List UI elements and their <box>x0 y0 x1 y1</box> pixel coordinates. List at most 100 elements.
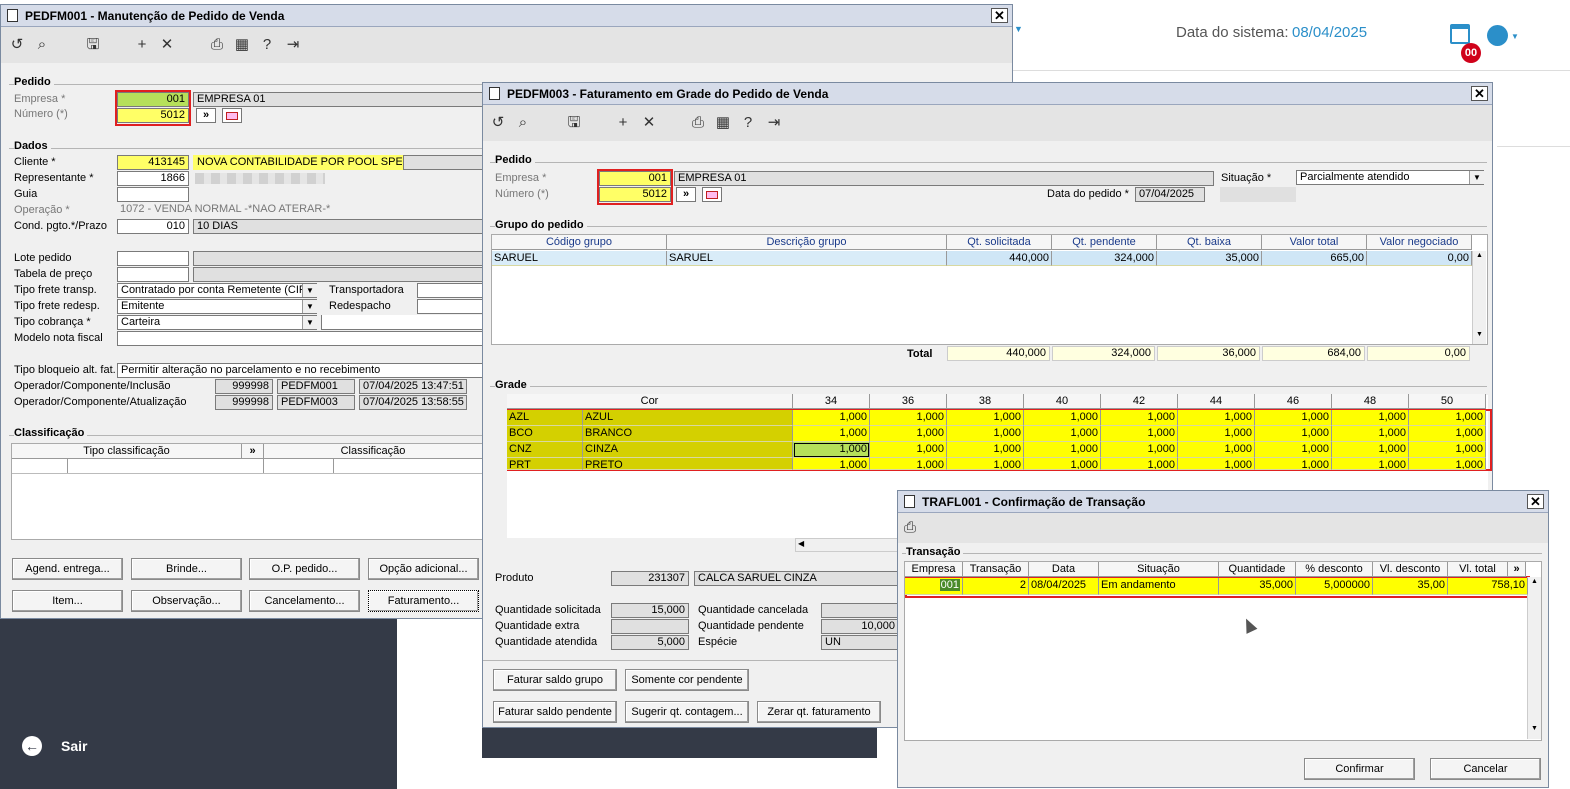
col-header-size[interactable]: 34 <box>793 394 870 409</box>
exit-icon[interactable]: ← <box>22 736 42 756</box>
grade-color-name[interactable]: BRANCO <box>583 426 793 442</box>
grade-qty-cell[interactable]: 1,000 <box>1024 458 1101 470</box>
table-cell[interactable]: 08/04/2025 <box>1029 578 1099 595</box>
grade-color-code[interactable]: BCO <box>507 426 583 442</box>
help-icon[interactable]: ? <box>258 36 276 54</box>
grade-qty-cell[interactable]: 1,000 <box>1409 458 1486 470</box>
col-header[interactable]: Vl. total <box>1448 562 1508 577</box>
grade-qty-cell[interactable]: 1,000 <box>793 442 870 458</box>
col-tipo-classificacao[interactable]: Tipo classificação <box>12 444 242 459</box>
exit-label[interactable]: Sair <box>61 738 87 754</box>
grade-color-code[interactable]: AZL <box>507 410 583 426</box>
user-avatar-icon[interactable] <box>1487 25 1508 46</box>
grade-qty-cell[interactable]: 1,000 <box>1178 410 1255 426</box>
agend-entrega-button[interactable]: Agend. entrega... <box>12 558 123 580</box>
col-header-size[interactable]: 50 <box>1409 394 1486 409</box>
table-cell[interactable]: 440,000 <box>947 251 1052 266</box>
table-cell[interactable]: 001 <box>905 578 963 595</box>
classificacao-more-button[interactable]: » <box>242 444 264 459</box>
sugerir-contagem-button[interactable]: Sugerir qt. contagem... <box>625 701 749 723</box>
table-cell[interactable]: 35,000 <box>1157 251 1262 266</box>
chevron-down-icon[interactable]: ▼ <box>302 316 317 329</box>
grade-color-code[interactable]: CNZ <box>507 442 583 458</box>
confirm-button[interactable]: Confirmar <box>1304 758 1415 780</box>
grade-h-scrollbar[interactable]: ◀ <box>795 538 900 552</box>
col-header[interactable]: Quantidade <box>1219 562 1296 577</box>
save-icon[interactable]: 🖫 <box>565 114 583 132</box>
grade-qty-cell[interactable]: 1,000 <box>1332 426 1409 442</box>
grade-qty-cell[interactable]: 1,000 <box>947 458 1024 470</box>
grade-qty-cell[interactable]: 1,000 <box>1101 458 1178 470</box>
modelo-nf-input[interactable] <box>117 331 483 346</box>
table-cell[interactable]: 324,000 <box>1052 251 1157 266</box>
table-cell[interactable]: 2 <box>963 578 1029 595</box>
grade-qty-cell[interactable]: 1,000 <box>947 410 1024 426</box>
grade-qty-cell[interactable]: 1,000 <box>1409 442 1486 458</box>
grade-qty-cell[interactable]: 1,000 <box>1101 426 1178 442</box>
col-header[interactable]: Data <box>1029 562 1099 577</box>
grade-qty-cell[interactable]: 1,000 <box>1255 426 1332 442</box>
print-icon[interactable]: ⎙ <box>689 114 707 132</box>
grade-qty-cell[interactable]: 1,000 <box>1332 410 1409 426</box>
grade-qty-cell[interactable]: 1,000 <box>1332 458 1409 470</box>
brinde-button[interactable]: Brinde... <box>131 558 242 580</box>
print-icon[interactable]: ⎙ <box>901 519 919 537</box>
exit-icon[interactable]: ⇥ <box>765 114 783 132</box>
user-menu-chevron-icon[interactable]: ▼ <box>1511 32 1519 41</box>
chevron-down-icon[interactable]: ▼ <box>1476 331 1483 338</box>
cancelamento-button[interactable]: Cancelamento... <box>249 590 360 612</box>
col-header-size[interactable]: 44 <box>1178 394 1255 409</box>
faturar-saldo-pendente-button[interactable]: Faturar saldo pendente <box>493 701 617 723</box>
col-header[interactable]: Qt. solicitada <box>947 235 1052 250</box>
grade-qty-cell[interactable]: 1,000 <box>1024 442 1101 458</box>
table-cell[interactable]: SARUEL <box>492 251 667 266</box>
cond-pgto-code-input[interactable]: 010 <box>117 219 189 234</box>
chevron-down-icon[interactable]: ▼ <box>1469 171 1484 184</box>
grade-qty-cell[interactable]: 1,000 <box>1024 410 1101 426</box>
col-header[interactable]: % desconto <box>1296 562 1373 577</box>
save-icon[interactable]: 🖫 <box>84 36 102 54</box>
chevron-left-icon[interactable]: ◀ <box>798 539 804 548</box>
undo-icon[interactable]: ↺ <box>489 114 507 132</box>
table-cell[interactable]: 35,000 <box>1219 578 1296 595</box>
col-header[interactable]: Qt. baixa <box>1157 235 1262 250</box>
grade-qty-cell[interactable]: 1,000 <box>1255 442 1332 458</box>
grade-qty-cell[interactable]: 1,000 <box>947 442 1024 458</box>
grade-qty-cell[interactable]: 1,000 <box>870 410 947 426</box>
redespacho-input[interactable] <box>417 299 483 314</box>
chevron-down-icon[interactable]: ▼ <box>302 300 317 313</box>
search-icon[interactable]: ⌕ <box>33 36 51 54</box>
grade-qty-cell[interactable]: 1,000 <box>870 442 947 458</box>
frete-select[interactable]: Contratado por conta Remetente (CIF) <box>117 283 317 298</box>
grade-qty-cell[interactable]: 1,000 <box>793 410 870 426</box>
chevron-down-icon[interactable]: ▼ <box>1531 725 1538 732</box>
grade-qty-cell[interactable]: 1,000 <box>1409 410 1486 426</box>
table-cell[interactable]: Em andamento <box>1099 578 1219 595</box>
col-header[interactable]: Transação <box>963 562 1029 577</box>
lote-pedido-input[interactable] <box>117 251 189 266</box>
grade-qty-cell[interactable]: 1,000 <box>947 426 1024 442</box>
grade-color-name[interactable]: AZUL <box>583 410 793 426</box>
delete-icon[interactable]: ✕ <box>158 36 176 54</box>
grade-color-code[interactable]: PRT <box>507 458 583 470</box>
grade-qty-cell[interactable]: 1,000 <box>1332 442 1409 458</box>
grade-qty-cell[interactable]: 1,000 <box>1409 426 1486 442</box>
calendar-icon[interactable]: ▦ <box>714 114 732 132</box>
chevron-down-icon[interactable]: ▼ <box>1014 24 1023 34</box>
col-header[interactable]: Código grupo <box>492 235 667 250</box>
calendar-button[interactable] <box>702 187 722 202</box>
empresa-code-input[interactable]: 001 <box>117 92 189 107</box>
col-header-cor[interactable]: Cor <box>507 394 793 409</box>
calendar-button[interactable] <box>222 108 242 123</box>
transportadora-input[interactable] <box>417 283 483 298</box>
undo-icon[interactable]: ↺ <box>8 36 26 54</box>
table-cell[interactable]: 5,000000 <box>1296 578 1373 595</box>
col-header-size[interactable]: 38 <box>947 394 1024 409</box>
col-header[interactable]: Valor negociado <box>1367 235 1472 250</box>
item-button[interactable]: Item... <box>12 590 123 612</box>
calendar-icon[interactable] <box>1450 24 1470 44</box>
col-header[interactable]: Vl. desconto <box>1373 562 1448 577</box>
empresa-code-input[interactable]: 001 <box>599 171 671 186</box>
grupo-scrollbar[interactable]: ▲ ▼ <box>1472 251 1486 344</box>
search-icon[interactable]: ⌕ <box>514 114 532 132</box>
